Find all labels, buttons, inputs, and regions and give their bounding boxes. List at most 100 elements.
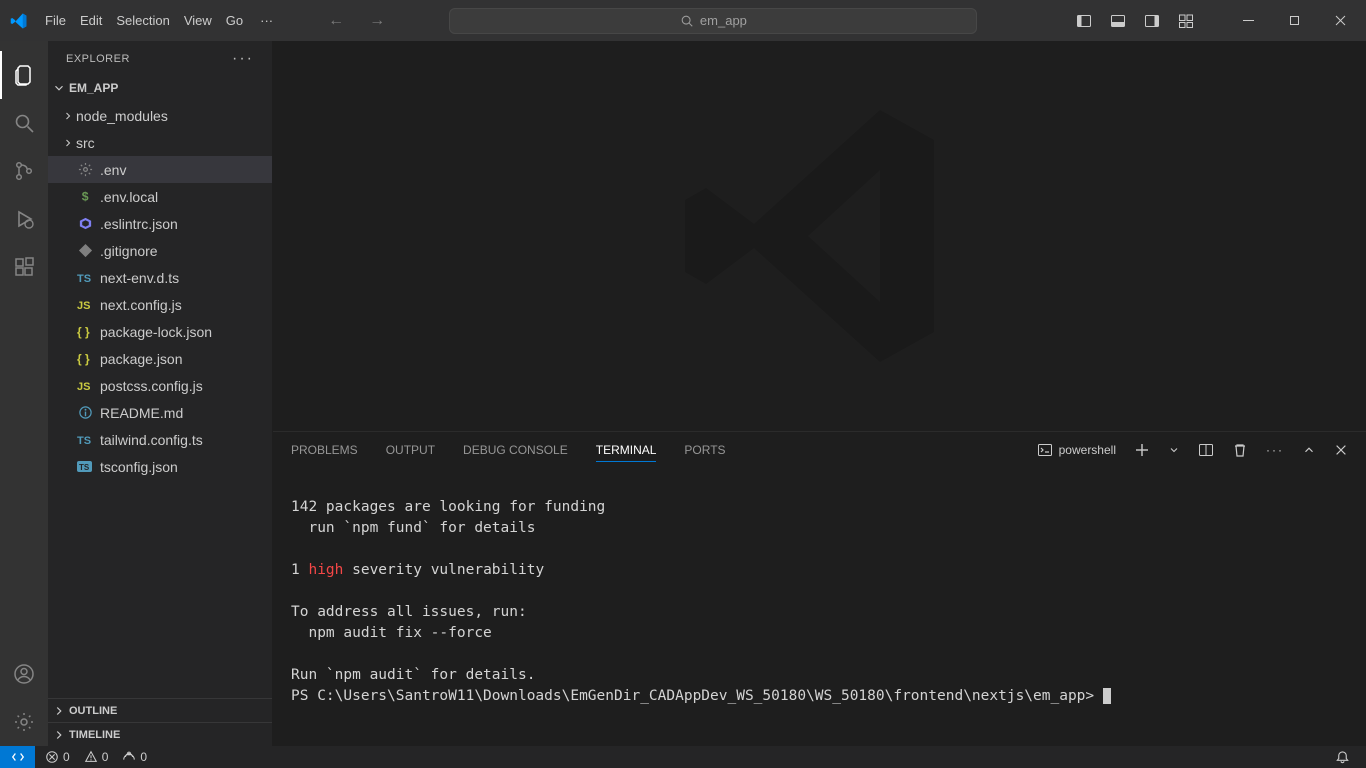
chevron-right-icon [52, 728, 66, 742]
toggle-panel-icon[interactable] [1110, 13, 1126, 29]
menu-edit[interactable]: Edit [73, 0, 109, 41]
tree-file[interactable]: .env [48, 156, 272, 183]
title-bar: File Edit Selection View Go ··· ← → em_a… [0, 0, 1366, 41]
maximize-panel-icon[interactable] [1302, 443, 1316, 457]
customize-layout-icon[interactable] [1178, 13, 1194, 29]
tab-problems[interactable]: PROBLEMS [291, 439, 358, 461]
kill-terminal-icon[interactable] [1232, 442, 1248, 458]
command-center[interactable]: em_app [449, 8, 977, 34]
tree-folder[interactable]: node_modules [48, 102, 272, 129]
tree-item-label: next-env.d.ts [100, 270, 179, 286]
window-maximize[interactable] [1272, 0, 1318, 41]
tree-item-label: src [76, 135, 95, 151]
timeline-section[interactable]: TIMELINE [48, 722, 272, 746]
toggle-primary-sidebar-icon[interactable] [1076, 13, 1092, 29]
status-notifications[interactable] [1335, 750, 1350, 765]
status-warnings-count: 0 [102, 750, 109, 764]
window-close[interactable] [1318, 0, 1364, 41]
file-icon: { } [76, 351, 94, 366]
menu-selection[interactable]: Selection [109, 0, 176, 41]
nav-back-icon[interactable]: ← [328, 12, 344, 30]
tree-file[interactable]: .eslintrc.json [48, 210, 272, 237]
svg-text:{ }: { } [77, 325, 90, 339]
tree-item-label: package.json [100, 351, 183, 367]
search-icon [680, 14, 694, 28]
window-minimize[interactable] [1226, 0, 1272, 41]
tab-debug-console[interactable]: DEBUG CONSOLE [463, 439, 568, 461]
activity-run-debug[interactable] [0, 195, 48, 243]
tree-folder[interactable]: src [48, 129, 272, 156]
svg-text:TS: TS [77, 435, 91, 447]
tree-item-label: tailwind.config.ts [100, 432, 203, 448]
explorer-more-actions[interactable]: ··· [232, 50, 254, 68]
panel-more-icon[interactable]: ··· [1266, 443, 1284, 457]
activity-explorer[interactable] [0, 51, 48, 99]
explorer-panel: EXPLORER ··· EM_APP node_modulessrc.env$… [48, 41, 273, 746]
chevron-down-icon [52, 81, 66, 95]
menu-file[interactable]: File [38, 0, 73, 41]
terminal-profile-name: powershell [1059, 443, 1116, 457]
tab-output[interactable]: OUTPUT [386, 439, 435, 461]
tab-ports[interactable]: PORTS [684, 439, 725, 461]
tree-item-label: package-lock.json [100, 324, 212, 340]
file-icon: TS [76, 459, 94, 474]
tree-file[interactable]: TS next-env.d.ts [48, 264, 272, 291]
activity-accounts[interactable] [0, 650, 48, 698]
menu-view[interactable]: View [177, 0, 219, 41]
status-warnings[interactable]: 0 [84, 750, 109, 764]
remote-indicator[interactable] [0, 746, 35, 768]
tree-file[interactable]: { } package-lock.json [48, 318, 272, 345]
timeline-label: TIMELINE [69, 729, 120, 741]
activity-source-control[interactable] [0, 147, 48, 195]
tree-file[interactable]: TStsconfig.json [48, 453, 272, 480]
tree-file[interactable]: JS postcss.config.js [48, 372, 272, 399]
status-errors[interactable]: 0 [45, 750, 70, 764]
menu-bar: File Edit Selection View Go ··· [38, 0, 283, 41]
folder-header[interactable]: EM_APP [48, 76, 272, 100]
activity-extensions[interactable] [0, 243, 48, 291]
tree-file[interactable]: { } package.json [48, 345, 272, 372]
activity-settings[interactable] [0, 698, 48, 746]
activity-search[interactable] [0, 99, 48, 147]
tree-file[interactable]: $.env.local [48, 183, 272, 210]
svg-text:$: $ [81, 189, 88, 203]
status-ports-count: 0 [140, 750, 147, 764]
tree-file[interactable]: README.md [48, 399, 272, 426]
tree-file[interactable]: .gitignore [48, 237, 272, 264]
toggle-secondary-sidebar-icon[interactable] [1144, 13, 1160, 29]
terminal-output[interactable]: 142 packages are looking for funding run… [273, 468, 1366, 746]
split-terminal-icon[interactable] [1198, 442, 1214, 458]
status-bar: 0 0 0 [0, 746, 1366, 768]
status-errors-count: 0 [63, 750, 70, 764]
svg-text:TS: TS [77, 273, 91, 285]
terminal-cursor [1103, 688, 1111, 704]
tree-file[interactable]: JSnext.config.js [48, 291, 272, 318]
status-ports[interactable]: 0 [122, 750, 147, 764]
svg-text:JS: JS [77, 300, 90, 312]
menu-more[interactable]: ··· [250, 0, 283, 41]
new-terminal-icon[interactable] [1134, 442, 1150, 458]
file-icon: $ [76, 189, 94, 204]
close-panel-icon[interactable] [1334, 443, 1348, 457]
file-icon: TS [76, 432, 94, 447]
svg-text:TS: TS [79, 463, 90, 472]
nav-forward-icon[interactable]: → [369, 12, 385, 30]
tree-file[interactable]: TS tailwind.config.ts [48, 426, 272, 453]
tree-item-label: postcss.config.js [100, 378, 203, 394]
editor-empty-state [273, 41, 1366, 431]
tree-item-label: .gitignore [100, 243, 158, 259]
bottom-panel: PROBLEMS OUTPUT DEBUG CONSOLE TERMINAL P… [273, 431, 1366, 746]
vscode-watermark-icon [670, 86, 970, 386]
chevron-right-icon [62, 109, 74, 123]
file-icon: JS [76, 297, 94, 312]
svg-text:{ }: { } [77, 352, 90, 366]
outline-section[interactable]: OUTLINE [48, 698, 272, 722]
tab-terminal[interactable]: TERMINAL [596, 439, 657, 462]
svg-text:JS: JS [77, 381, 90, 393]
file-icon [76, 162, 94, 177]
menu-go[interactable]: Go [219, 0, 250, 41]
tree-item-label: .env [100, 162, 126, 178]
command-center-text: em_app [700, 13, 747, 28]
terminal-profile[interactable]: powershell [1037, 442, 1116, 458]
terminal-dropdown-icon[interactable] [1168, 444, 1180, 456]
